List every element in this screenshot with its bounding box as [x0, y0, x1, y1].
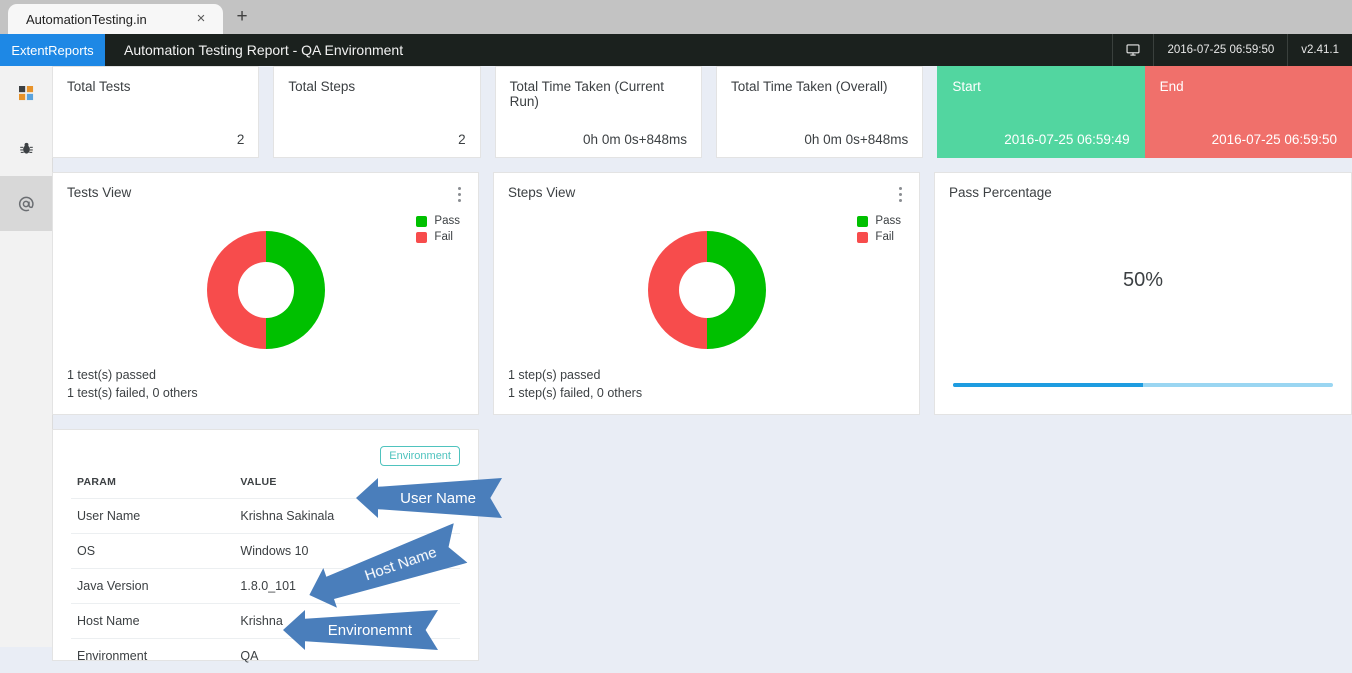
panel-title: Pass Percentage	[949, 185, 1337, 200]
dashboard-grid-icon	[19, 86, 34, 101]
kpi-card-time-current-run: Total Time Taken (Current Run) 0h 0m 0s+…	[495, 66, 702, 158]
summary-failed: 1 step(s) failed, 0 others	[508, 384, 642, 402]
kpi-label: Total Steps	[288, 79, 465, 94]
kpi-value: 2	[288, 132, 465, 147]
app-header: ExtentReports Automation Testing Report …	[0, 34, 1352, 66]
sidebar-item-dashboard[interactable]	[0, 66, 52, 121]
tab-strip: AutomationTesting.in × +	[0, 0, 1352, 34]
version-label: v2.41.1	[1287, 34, 1352, 66]
annotation-arrow-user-name: User Name	[356, 478, 502, 518]
kpi-row: Total Tests 2 Total Steps 2 Total Time T…	[52, 66, 1352, 158]
kpi-label: Start	[952, 79, 1129, 94]
panel-title: Tests View	[67, 185, 464, 200]
charts-row: Tests View Pass Fail 1 test(s) passed 1 …	[52, 172, 1352, 415]
panel-tests-view: Tests View Pass Fail 1 test(s) passed 1 …	[52, 172, 479, 415]
main-content: Total Tests 2 Total Steps 2 Total Time T…	[52, 66, 1352, 647]
kpi-card-total-tests: Total Tests 2	[52, 66, 259, 158]
panel-title: Steps View	[508, 185, 905, 200]
donut-ring	[648, 231, 766, 349]
kpi-card-start: Start 2016-07-25 06:59:49	[937, 66, 1144, 158]
panel-pass-percentage: Pass Percentage 50%	[934, 172, 1352, 415]
close-icon[interactable]: ×	[193, 11, 209, 27]
summary-passed: 1 step(s) passed	[508, 366, 642, 384]
monitor-icon[interactable]	[1112, 34, 1153, 66]
environment-row: Environment PARAM VALUE User Name Krishn…	[52, 429, 1352, 661]
kpi-card-end: End 2016-07-25 06:59:50	[1145, 66, 1352, 158]
browser-tab[interactable]: AutomationTesting.in ×	[8, 4, 223, 34]
donut-chart-tests	[53, 225, 478, 355]
cell-param: Host Name	[71, 604, 234, 639]
kpi-value: 2016-07-25 06:59:49	[952, 132, 1129, 147]
chart-summary: 1 test(s) passed 1 test(s) failed, 0 oth…	[67, 366, 198, 402]
pass-percentage-value: 50%	[935, 269, 1351, 292]
kpi-label: Total Time Taken (Current Run)	[510, 79, 687, 109]
kpi-label: Total Tests	[67, 79, 244, 94]
report-timestamp: 2016-07-25 06:59:50	[1153, 34, 1287, 66]
kpi-value: 0h 0m 0s+848ms	[510, 132, 687, 147]
kpi-value: 2016-07-25 06:59:50	[1160, 132, 1337, 147]
panel-steps-view: Steps View Pass Fail 1 step(s) passed 1 …	[493, 172, 920, 415]
sidebar	[0, 66, 53, 647]
bug-icon	[19, 141, 34, 156]
donut-chart-steps	[494, 225, 919, 355]
more-options-icon[interactable]	[458, 187, 462, 205]
cell-param: OS	[71, 534, 234, 569]
progress-bar-fill	[953, 383, 1143, 387]
sidebar-item-exceptions[interactable]	[0, 121, 52, 176]
kpi-card-total-steps: Total Steps 2	[273, 66, 480, 158]
kpi-card-time-overall: Total Time Taken (Overall) 0h 0m 0s+848m…	[716, 66, 923, 158]
sidebar-item-tests[interactable]	[0, 176, 52, 231]
page-title: Automation Testing Report - QA Environme…	[105, 34, 403, 66]
more-options-icon[interactable]	[899, 187, 903, 205]
donut-ring	[207, 231, 325, 349]
header-right-group: 2016-07-25 06:59:50 v2.41.1	[1112, 34, 1352, 66]
kpi-label: Total Time Taken (Overall)	[731, 79, 908, 94]
kpi-value: 2	[67, 132, 244, 147]
brand-extentreports[interactable]: ExtentReports	[0, 34, 105, 66]
browser-tab-title: AutomationTesting.in	[26, 12, 147, 27]
browser-window: AutomationTesting.in × + ExtentReports A…	[0, 0, 1352, 647]
kpi-value: 0h 0m 0s+848ms	[731, 132, 908, 147]
cell-param: Java Version	[71, 569, 234, 604]
summary-failed: 1 test(s) failed, 0 others	[67, 384, 198, 402]
status-badge[interactable]: Environment	[380, 446, 460, 466]
chart-summary: 1 step(s) passed 1 step(s) failed, 0 oth…	[508, 366, 642, 402]
progress-bar	[953, 383, 1333, 387]
new-tab-icon[interactable]: +	[232, 7, 252, 27]
kpi-label: End	[1160, 79, 1337, 94]
summary-passed: 1 test(s) passed	[67, 366, 198, 384]
cell-param: Environment	[71, 639, 234, 673]
column-header-param: PARAM	[71, 470, 234, 499]
cell-param: User Name	[71, 499, 234, 534]
at-symbol-icon	[18, 196, 34, 212]
